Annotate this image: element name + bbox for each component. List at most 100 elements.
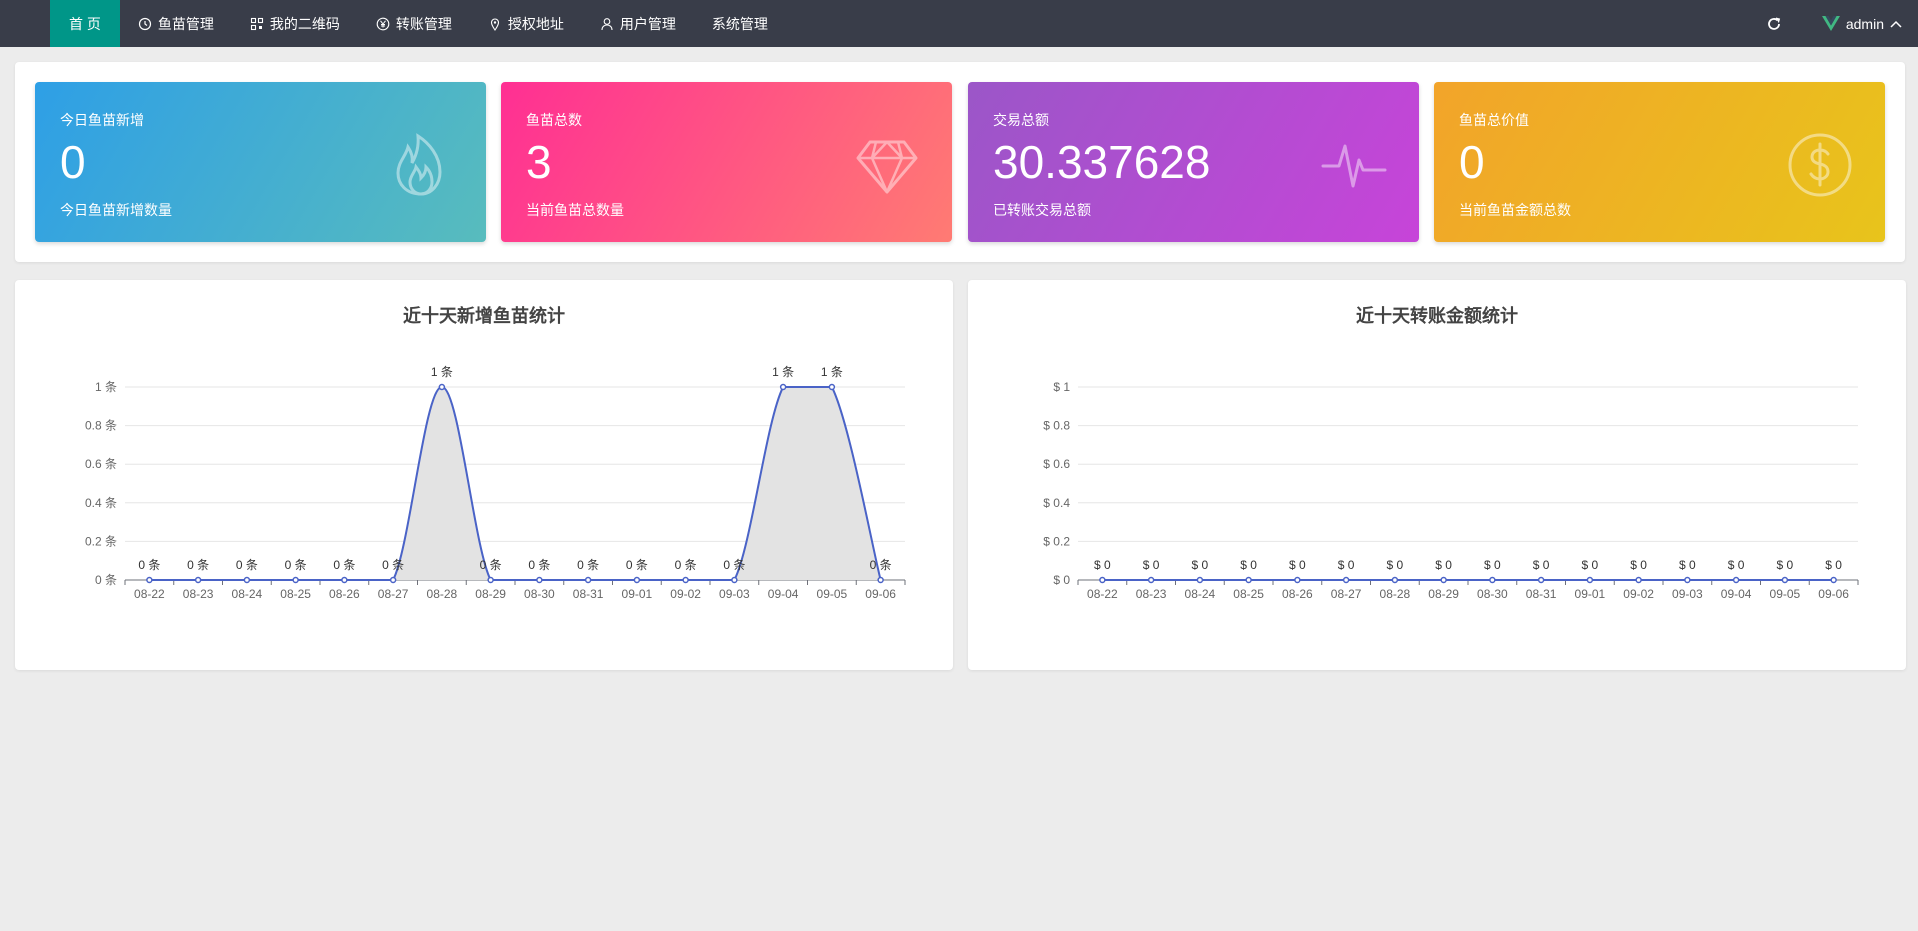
data-point [243,576,251,584]
stat-card-total-fish: 鱼苗总数 3 当前鱼苗总数量 [501,82,952,242]
nav-system-management[interactable]: 系统管理 [694,0,786,47]
timer-icon [138,17,151,30]
nav-my-qrcode-label: 我的二维码 [269,15,340,32]
stat-card-value: 30.337628 [993,136,1211,188]
data-label: $ 0 [1192,558,1209,572]
data-label: 0 条 [626,558,648,572]
data-label: 0 条 [187,558,209,572]
stat-card-title: 今日鱼苗新增 [60,112,144,128]
data-label: $ 0 [1484,558,1501,572]
data-label: $ 0 [1387,558,1404,572]
y-tick-label: $ 0.2 [1043,534,1070,548]
data-point [1294,576,1301,584]
stat-card-title: 鱼苗总数 [526,112,582,128]
data-label: $ 0 [1094,558,1111,572]
x-tick-label: 08-24 [1185,587,1216,601]
nav-home-label: 首 页 [69,15,101,32]
data-label: 0 条 [285,558,307,572]
topbar-right: admin [1764,0,1918,47]
data-point [1635,576,1642,584]
diamond-icon [856,140,918,194]
data-label: 0 条 [333,558,355,572]
data-label: 0 条 [675,558,697,572]
x-tick-label: 09-03 [1672,587,1703,601]
data-point [292,576,299,584]
x-tick-label: 08-31 [1526,587,1557,601]
nav-authorized-address[interactable]: 授权地址 [470,0,582,47]
data-point [487,576,494,584]
data-label: $ 0 [1825,558,1842,572]
data-label: 0 条 [236,558,258,572]
stat-card-transaction-total: 交易总额 30.337628 已转账交易总额 [968,82,1419,242]
vue-logo-icon [1821,16,1840,31]
x-tick-label: 09-01 [1575,587,1606,601]
nav-user-management[interactable]: 用户管理 [582,0,694,47]
nav-fish-management[interactable]: 鱼苗管理 [120,0,232,47]
data-point [1196,576,1204,584]
x-tick-label: 08-28 [1380,587,1411,601]
data-label: $ 0 [1240,558,1257,572]
nav-my-qrcode[interactable]: 我的二维码 [232,0,358,47]
dollar-icon [1788,133,1852,197]
data-point [1440,576,1447,584]
stat-card-subtitle: 当前鱼苗总数量 [526,202,624,218]
x-tick-label: 09-02 [670,587,701,601]
data-label: $ 0 [1533,558,1550,572]
refresh-button[interactable] [1764,14,1784,34]
stat-card-value: 0 [1459,136,1485,188]
nav-transfer-management[interactable]: 转账管理 [358,0,470,47]
user-icon [601,17,613,30]
data-point [146,576,153,584]
x-tick-label: 09-06 [1818,587,1849,601]
chart-panel-new-fish: 近十天新增鱼苗统计 0 条 0.2 条 0.4 条 0.6 条 0.8 条1 条 08-2… [15,280,953,670]
x-tick-label: 09-06 [865,587,896,601]
x-tick-label: 08-26 [329,587,360,601]
x-tick-label: 08-28 [427,587,458,601]
main-nav: 首 页 鱼苗管理 我的二维码 转账管理 授权地址 用户管理 系统管理 [50,0,786,47]
data-point [194,576,202,584]
data-point [438,383,446,391]
username: admin [1845,15,1884,32]
data-point [1245,576,1252,584]
stat-card-value: 3 [526,136,552,188]
x-tick-label: 08-22 [1087,587,1118,601]
x-tick-label: 08-22 [134,587,165,601]
x-tick-label: 09-05 [1770,587,1801,601]
x-tick-label: 08-31 [573,587,604,601]
data-point [1684,576,1691,584]
data-point [1099,576,1106,584]
data-label: $ 0 [1143,558,1160,572]
data-label: 0 条 [528,558,550,572]
location-icon [490,17,499,31]
stat-card-subtitle: 今日鱼苗新增数量 [60,202,172,218]
x-tick-label: 08-27 [1331,587,1362,601]
y-tick-label: 0.2 条 [85,534,117,548]
chart-panel-transfer-amount: 近十天转账金额统计 $ 0 $ 0.2 $ 0.4 $ 0.6 $ 0.8 $ 1 08-2… [968,280,1906,670]
data-label: 0 条 [577,558,599,572]
x-tick-label: 08-27 [378,587,409,601]
data-label: $ 0 [1435,558,1452,572]
data-label: $ 0 [1728,558,1745,572]
user-menu[interactable]: admin [1821,15,1902,32]
nav-system-management-label: 系统管理 [711,15,768,32]
y-tick-label: 0.4 条 [85,496,117,510]
y-tick-label: $ 0.8 [1043,419,1070,433]
data-point [828,383,836,391]
y-tick-label: $ 1 [1053,380,1070,394]
data-point [584,576,592,584]
data-label: $ 0 [1582,558,1599,572]
data-point [389,576,397,584]
stat-card-subtitle: 已转账交易总额 [993,202,1091,218]
x-tick-label: 08-24 [232,587,263,601]
nav-home[interactable]: 首 页 [50,0,120,47]
fire-icon [396,133,442,196]
series-area [149,387,881,580]
nav-transfer-management-label: 转账管理 [395,15,452,32]
data-point [877,576,884,584]
x-tick-label: 09-01 [622,587,653,601]
stat-card-fish-value: 鱼苗总价值 0 当前鱼苗金额总数 [1434,82,1885,242]
x-tick-label: 09-04 [768,587,799,601]
data-point [1830,576,1837,584]
x-tick-label: 08-23 [183,587,214,601]
data-label: 0 条 [382,558,404,572]
